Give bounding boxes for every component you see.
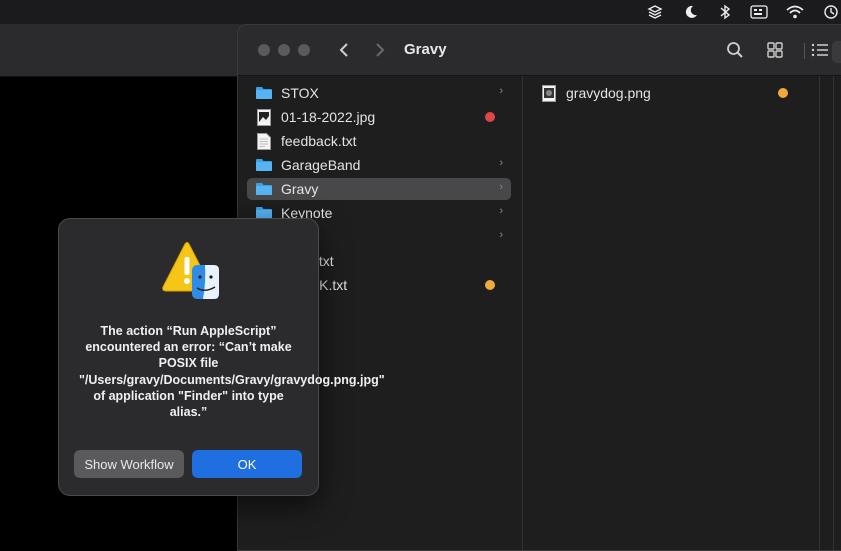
finder-window: Gravy STOX › 01-18-2022.jpg feedback.txt: [237, 24, 841, 551]
chevron-right-icon: ›: [499, 205, 503, 217]
column-divider: [833, 76, 834, 550]
view-grid-button[interactable]: [764, 39, 786, 61]
orange-tag-dot: [485, 280, 495, 290]
zoom-window-button[interactable]: [298, 44, 310, 56]
grid-icon: [767, 42, 783, 58]
red-tag-dot: [485, 112, 495, 122]
bluetooth-icon[interactable]: [714, 2, 736, 22]
view-list-button[interactable]: [810, 39, 830, 61]
list-item-garageband[interactable]: GarageBand ›: [247, 154, 511, 176]
text-file-icon: [254, 132, 274, 150]
list-item-gravydog-png[interactable]: gravydog.png: [532, 82, 808, 104]
wifi-icon[interactable]: [784, 2, 806, 22]
shortcuts-icon[interactable]: [644, 2, 666, 22]
back-button[interactable]: [334, 39, 354, 61]
chevron-right-icon: [376, 43, 385, 57]
minimize-window-button[interactable]: [278, 44, 290, 56]
folder-icon: [254, 180, 274, 198]
warning-finder-icon: [159, 241, 221, 301]
error-dialog: The action “Run AppleScript” encountered…: [58, 218, 385, 496]
chevron-right-icon: ›: [499, 157, 503, 169]
list-icon: [811, 43, 828, 57]
list-item-feedback-txt[interactable]: feedback.txt: [247, 130, 511, 152]
search-icon: [727, 42, 743, 58]
finder-toolbar: Gravy: [238, 25, 841, 76]
orange-tag-dot: [778, 88, 788, 98]
image-file-icon: [254, 108, 274, 126]
keyboard-input-icon[interactable]: [748, 2, 770, 22]
folder-icon: [254, 156, 274, 174]
toolbar-divider: [804, 43, 805, 59]
browser-column-2: gravydog.png: [523, 76, 820, 550]
close-window-button[interactable]: [258, 44, 270, 56]
moon-icon[interactable]: [680, 2, 702, 22]
chevron-right-icon: ›: [499, 85, 503, 97]
folder-icon: [254, 84, 274, 102]
window-title: Gravy: [404, 41, 447, 58]
chevron-right-icon: ›: [499, 181, 503, 193]
background-window: [0, 24, 260, 77]
menu-bar: [0, 0, 841, 24]
time-machine-icon[interactable]: [820, 2, 841, 22]
chevron-right-icon: ›: [499, 229, 503, 241]
list-item-stox[interactable]: STOX ›: [247, 82, 511, 104]
show-workflow-button[interactable]: Show Workflow: [74, 450, 184, 478]
list-item-gravy[interactable]: Gravy ›: [247, 178, 511, 200]
chevron-left-icon: [339, 43, 348, 57]
ok-button[interactable]: OK: [192, 450, 302, 478]
image-file-icon: [539, 84, 559, 102]
forward-button[interactable]: [370, 39, 390, 61]
search-button[interactable]: [724, 39, 746, 61]
error-message: The action “Run AppleScript” encountered…: [79, 324, 385, 420]
toolbar-overflow-button[interactable]: [832, 41, 841, 63]
list-item-01-18-2022-jpg[interactable]: 01-18-2022.jpg: [247, 106, 511, 128]
